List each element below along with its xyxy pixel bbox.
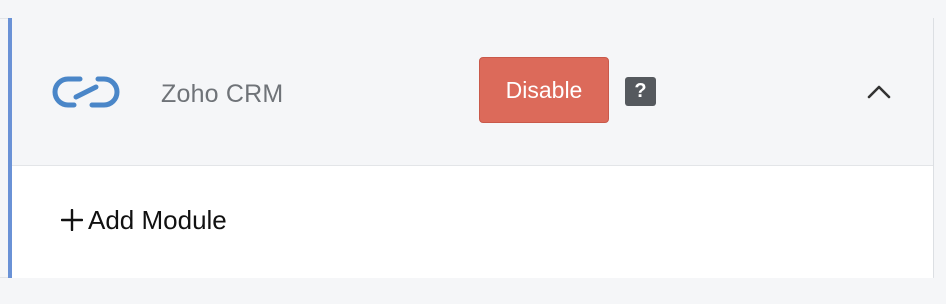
next-section-edge [0, 279, 934, 304]
integration-panel: Zoho CRM Disable ? Add Module [0, 18, 934, 278]
help-button[interactable]: ? [625, 77, 656, 106]
add-module-label: Add Module [88, 204, 227, 235]
page-right-edge [935, 0, 946, 304]
zoho-link-icon [52, 76, 120, 108]
previous-section-edge [0, 0, 934, 19]
add-module-button[interactable]: Add Module [61, 203, 227, 237]
integration-modules-area: Add Module [12, 166, 933, 278]
integration-header[interactable]: Zoho CRM Disable ? [12, 18, 933, 166]
disable-button[interactable]: Disable [479, 57, 609, 123]
integration-name: Zoho CRM [161, 80, 284, 108]
chevron-up-icon[interactable] [865, 80, 893, 104]
plus-icon [61, 209, 83, 231]
integration-settings-page: Zoho CRM Disable ? Add Module [0, 0, 946, 304]
